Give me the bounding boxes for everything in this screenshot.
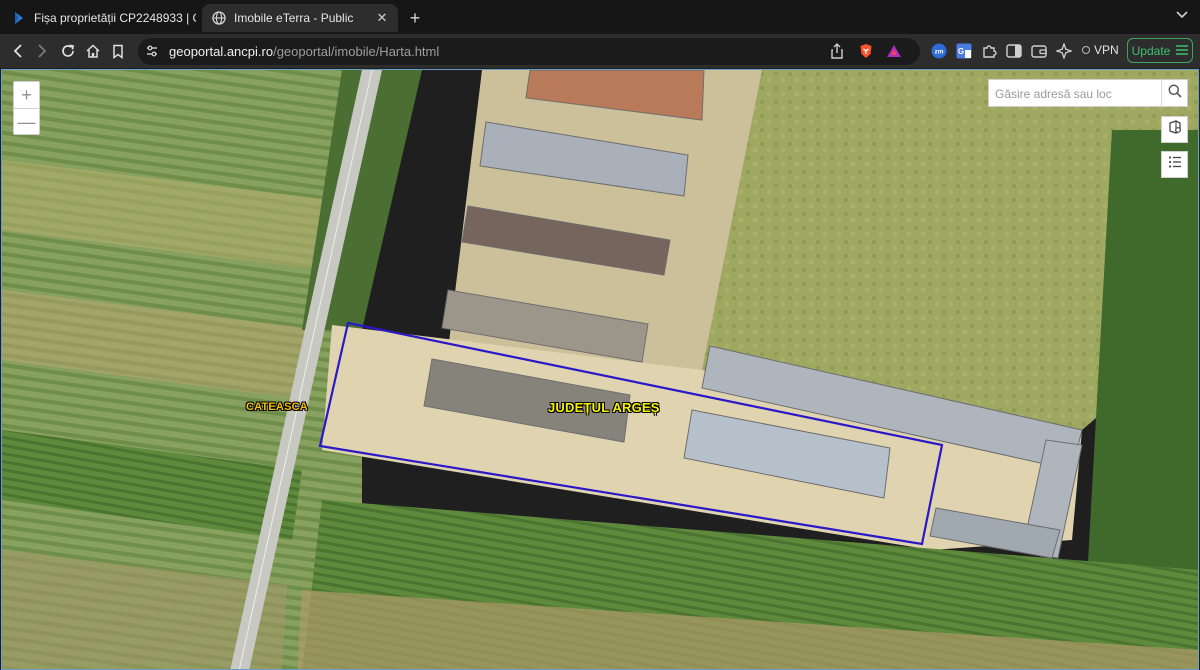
search-icon [1168,84,1182,103]
update-button[interactable]: Update [1127,38,1193,63]
pin-icon [12,11,26,25]
zoom-in-button[interactable]: + [14,82,39,108]
extensions-puzzle-icon[interactable] [981,43,997,59]
wallet-icon[interactable] [1031,43,1047,59]
zoom-out-button[interactable]: — [14,108,39,134]
url-host: geoportal.ancpi.ro [169,44,274,59]
layer-list-button[interactable] [1161,151,1188,178]
list-icon [1168,155,1182,174]
vpn-button[interactable]: VPN [1082,43,1119,57]
search-button[interactable] [1161,80,1187,106]
svg-text:zm: zm [934,49,943,56]
close-tab-icon[interactable]: ✕ [374,10,390,26]
tab-imobile-eterra[interactable]: Imobile eTerra - Public ✕ [202,4,398,32]
tab-fisa-proprietatii[interactable]: Fișa proprietății CP2248933 | CR [0,4,196,32]
map-label-county: JUDEȚUL ARGEȘ [548,400,660,415]
basemap-gallery-button[interactable] [1161,116,1188,143]
zoom-control: + — [13,81,40,135]
zoom-extension-icon[interactable]: zm [931,43,947,59]
tab-title: Imobile eTerra - Public [234,11,354,25]
globe-icon [212,11,226,25]
sidebar-icon[interactable] [1006,43,1022,59]
vpn-label: VPN [1094,43,1119,57]
forward-button[interactable] [31,40,53,62]
url-text: geoportal.ancpi.ro/geoportal/imobile/Har… [169,44,439,59]
address-search-input[interactable] [995,85,1155,103]
address-bar[interactable]: geoportal.ancpi.ro/geoportal/imobile/Har… [138,38,920,65]
brave-shields-icon[interactable] [858,43,874,59]
home-button[interactable] [82,40,104,62]
leo-ai-icon[interactable] [1056,43,1072,59]
back-button[interactable] [7,40,29,62]
map-label-town: CATEASCA [246,401,308,413]
menu-icon [1176,44,1189,58]
url-path: /geoportal/imobile/Harta.html [273,44,440,59]
reload-button[interactable] [57,40,79,62]
bookmark-button[interactable] [107,40,129,62]
basemap-layers-icon [1167,119,1183,140]
share-icon[interactable] [829,43,845,59]
vpn-status-icon [1082,46,1090,54]
aerial-imagery [2,70,1198,669]
map-view[interactable]: + — CATEASCA JUDEȚUL ARGEȘ [1,69,1199,670]
tab-list-chevron-icon[interactable] [1176,8,1188,22]
translate-extension-icon[interactable]: G [956,43,972,59]
new-tab-button[interactable]: + [404,7,426,29]
address-search [988,79,1188,107]
site-settings-icon[interactable] [144,43,160,59]
tab-strip: Fișa proprietății CP2248933 | CR Imobile… [0,0,1200,34]
svg-text:G: G [958,47,964,56]
browser-toolbar: geoportal.ancpi.ro/geoportal/imobile/Har… [0,34,1200,68]
update-label: Update [1131,43,1171,58]
tab-title: Fișa proprietății CP2248933 | CR [34,11,196,25]
brave-rewards-icon[interactable] [886,43,902,59]
